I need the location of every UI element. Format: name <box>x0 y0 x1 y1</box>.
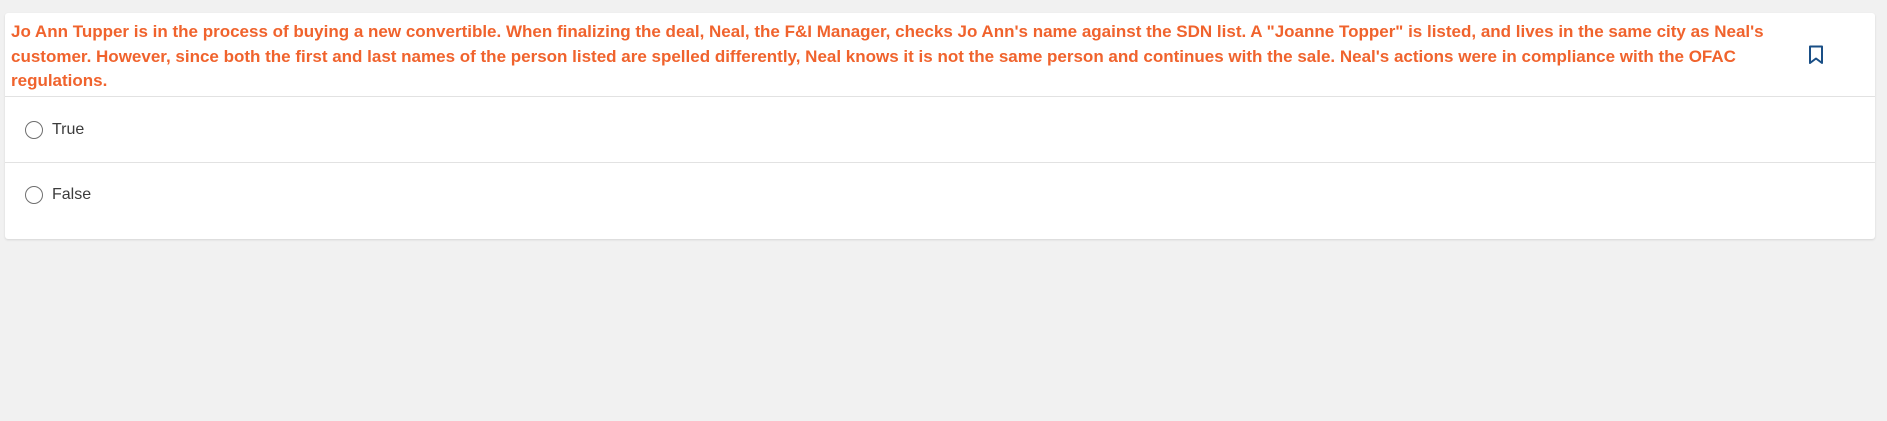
answer-option-true[interactable]: True <box>5 97 1875 162</box>
answer-option-false[interactable]: False <box>5 162 1875 227</box>
radio-true[interactable] <box>25 120 43 139</box>
bookmark-icon <box>1809 45 1823 64</box>
question-header: Jo Ann Tupper is in the process of buyin… <box>5 13 1875 97</box>
answer-option-label: False <box>52 186 92 203</box>
radio-false[interactable] <box>25 186 43 204</box>
bookmark-button[interactable] <box>1802 41 1830 69</box>
question-text: Jo Ann Tupper is in the process of buyin… <box>11 22 1764 90</box>
answer-option-label: True <box>52 120 85 138</box>
question-card: Jo Ann Tupper is in the process of buyin… <box>5 13 1875 239</box>
